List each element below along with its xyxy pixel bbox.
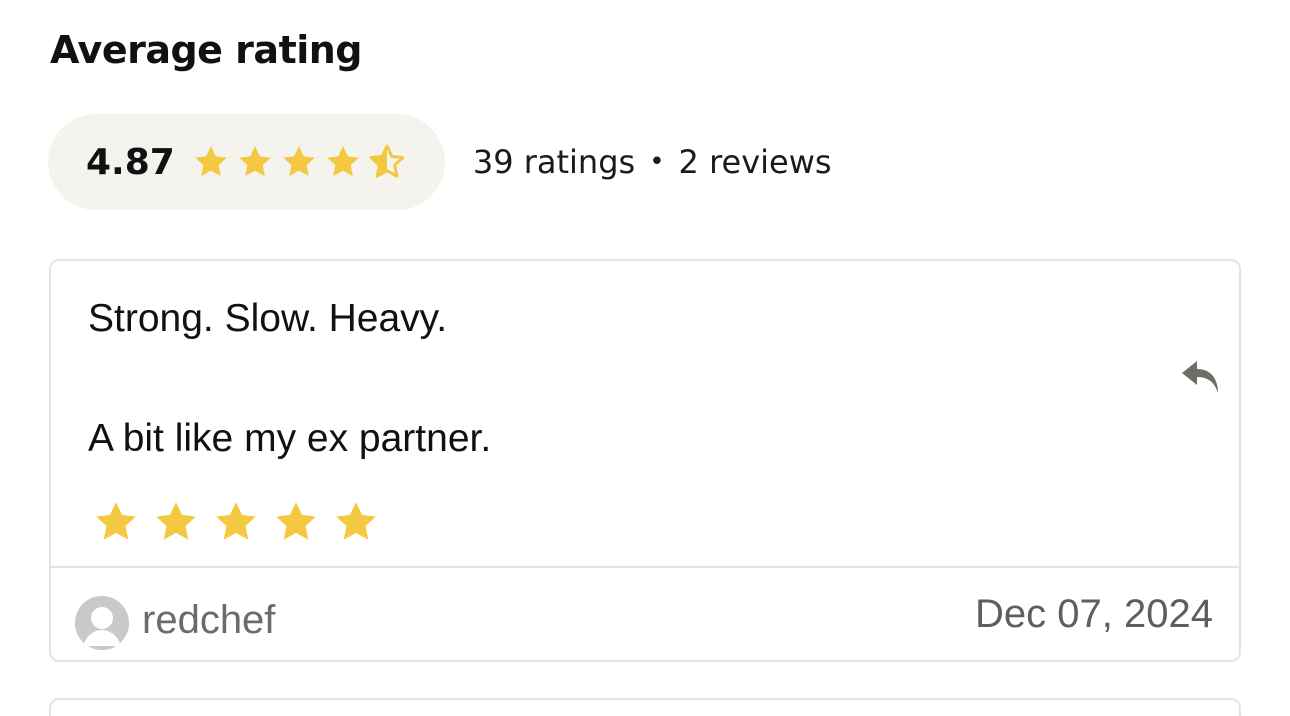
review-date: Dec 07, 2024 <box>975 592 1213 636</box>
avatar[interactable] <box>75 596 129 650</box>
separator-dot: • <box>649 147 665 177</box>
rating-summary: 4.87 39 ratings • 2 reviews <box>48 114 832 210</box>
star-icon <box>96 502 136 540</box>
ratings-count-text: 39 ratings <box>472 143 636 181</box>
reply-icon <box>1182 361 1218 393</box>
average-score-pill: 4.87 <box>48 114 445 210</box>
average-score: 4.87 <box>86 141 175 183</box>
review-text-line-2: A bit like my ex partner. <box>88 417 492 460</box>
next-review-card <box>49 698 1241 716</box>
reply-button[interactable] <box>1179 357 1223 397</box>
star-icon <box>194 146 227 177</box>
average-stars <box>191 142 407 182</box>
star-icon <box>238 146 271 177</box>
review-stars <box>91 497 381 547</box>
section-title: Average rating <box>50 28 363 72</box>
star-icon <box>216 502 256 540</box>
half-star-icon <box>369 144 405 178</box>
ratings-count: 39 ratings • 2 reviews <box>473 143 832 181</box>
review-body: Strong. Slow. Heavy. A bit like my ex pa… <box>51 261 1239 568</box>
reviews-count-text: 2 reviews <box>678 143 832 181</box>
review-text-line-1: Strong. Slow. Heavy. <box>88 297 448 340</box>
star-icon <box>276 502 316 540</box>
reviewer-username[interactable]: redchef <box>142 598 275 643</box>
star-icon <box>336 502 376 540</box>
review-card: Strong. Slow. Heavy. A bit like my ex pa… <box>49 259 1241 662</box>
reviews-section: Average rating 4.87 39 ratings • 2 revie… <box>0 0 1290 716</box>
star-icon <box>156 502 196 540</box>
user-avatar-icon <box>75 596 129 650</box>
star-icon <box>282 146 315 177</box>
review-footer: redchef Dec 07, 2024 <box>51 568 1239 662</box>
star-icon <box>326 146 359 177</box>
